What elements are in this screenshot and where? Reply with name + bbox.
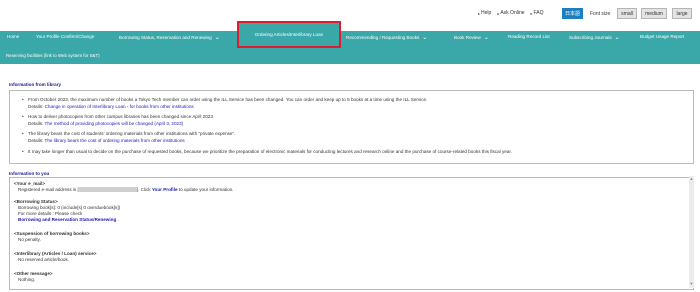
bullet-icon: •: [22, 149, 24, 154]
to-you-box: [9, 177, 694, 290]
suspension-heading: <Suspension of borrowing books>: [14, 231, 90, 236]
main-nav: Home Your Profile Confirm/Change Borrowi…: [0, 31, 700, 64]
email-line: Registered e-mail address is [ ]. Click Y…: [18, 187, 234, 193]
suspension-value: No penalty.: [18, 237, 41, 242]
borrowing-link-line: Borrowing and Reservation Status/Renewin…: [18, 217, 119, 222]
ask-online-link-label: Ask Online: [500, 10, 525, 16]
nav-profile[interactable]: Your Profile Confirm/Change: [36, 34, 94, 39]
library-info-title: Information from library: [9, 82, 62, 87]
nav-borrowing[interactable]: Borrowing Status, Reservation and Renewi…: [119, 34, 220, 41]
top-links: ▸ Help ▸ Ask Online ▸ FAQ: [478, 10, 544, 16]
top-utility-bar: ▸ Help ▸ Ask Online ▸ FAQ 日本語 Font size sma…: [0, 0, 700, 32]
details-link[interactable]: Change in operation of Interlibrary Loan…: [45, 104, 194, 109]
list-item: • It may take longer than usual to decid…: [22, 149, 678, 154]
details-link[interactable]: The library bears the cost of ordering m…: [45, 138, 185, 143]
info-text: From October 2023, the maximum number of…: [28, 97, 428, 102]
bullet-icon: •: [22, 114, 24, 119]
nav-budget[interactable]: Budget Usage Report: [640, 34, 684, 39]
list-item: • How to deliver photocopies from other …: [22, 114, 678, 119]
to-you-title: Information to you: [9, 171, 50, 176]
other-heading: <Other message>: [14, 271, 53, 276]
nav-borrowing-label: Borrowing Status, Reservation and Renewi…: [119, 35, 212, 40]
faq-link-label: FAQ: [533, 10, 544, 16]
nav-subscribing-label: Subscribing Journals: [569, 35, 612, 40]
chevron-down-icon: ⌄: [614, 35, 620, 41]
ask-online-link[interactable]: ▸ Ask Online: [497, 10, 524, 16]
nav-book-review-label: Book Review: [454, 35, 481, 40]
nav-profile-label: Your Profile Confirm/Change: [36, 34, 95, 39]
email-tail: to update your information.: [177, 187, 234, 192]
borrowing-details: For more details : Please check: [18, 211, 83, 216]
info-text: The library bears the cost of students' …: [28, 131, 236, 136]
scroll-down-icon[interactable]: ▼: [689, 281, 694, 286]
redacted-email: [78, 187, 137, 193]
nav-ordering-articles[interactable]: Ordering Articles/Interlibrary Loan: [237, 21, 341, 48]
details-prefix: Details:: [28, 104, 45, 109]
borrowing-status-link[interactable]: Borrowing and Reservation Status/Renewin…: [18, 217, 116, 222]
info-details: Details: Change in operation of Interlib…: [28, 104, 194, 109]
help-link[interactable]: ▸ Help: [478, 10, 491, 16]
triangle-right-icon: ▸: [478, 10, 481, 16]
nav-budget-label: Budget Usage Report: [640, 34, 685, 39]
info-text: How to deliver photocopies from other ca…: [28, 114, 215, 119]
your-profile-link[interactable]: Your Profile: [152, 187, 178, 192]
nav-subscribing[interactable]: Subscribing Journals ⌄: [569, 34, 620, 41]
font-size-small-button[interactable]: small: [617, 8, 637, 19]
language-button[interactable]: 日本語: [562, 8, 583, 19]
chevron-down-icon: ⌄: [214, 35, 220, 41]
bullet-icon: •: [22, 97, 24, 102]
chevron-down-icon: ⌄: [422, 35, 428, 41]
nav-book-review[interactable]: Book Review ⌄: [454, 34, 489, 41]
ill-heading: <Interlibrary (Articles / Loan) service>: [14, 251, 97, 256]
help-link-label: Help: [481, 10, 492, 16]
nav-reserving-facilities[interactable]: Reserving facilities (link to Web system…: [6, 53, 100, 58]
nav-recommending[interactable]: Recommending / Requesting Books ⌄: [346, 34, 427, 41]
nav-home-label: Home: [7, 34, 20, 39]
borrowing-line: Borrowing book[s]: 0 (include[s] 0 overd…: [18, 205, 121, 210]
scroll-up-icon[interactable]: ▲: [689, 176, 694, 181]
triangle-right-icon: ▸: [530, 10, 533, 16]
font-size-medium-button[interactable]: medium: [641, 8, 667, 19]
nav-recommending-label: Recommending / Requesting Books: [346, 35, 420, 40]
details-link[interactable]: The method of providing photocopies will…: [45, 121, 184, 126]
scrollbar[interactable]: [689, 176, 694, 288]
font-size-label: Font size: [590, 11, 611, 17]
borrowing-heading: <Borrowing Status>: [14, 199, 58, 204]
email-prefix: Registered e-mail address is [: [18, 187, 79, 192]
chevron-down-icon: ⌄: [483, 35, 489, 41]
nav-reading-record-label: Reading Record List: [508, 34, 550, 39]
other-value: Nothing.: [18, 277, 36, 282]
info-text: It may take longer than usual to decide …: [28, 149, 512, 154]
email-suffix: ]. Click: [136, 187, 152, 192]
info-details: Details: The library bears the cost of o…: [28, 138, 185, 143]
nav-ordering-articles-label: Ordering Articles/Interlibrary Loan: [254, 32, 324, 37]
borrowing-link-tail: .: [116, 217, 119, 222]
triangle-right-icon: ▸: [497, 10, 500, 16]
details-prefix: Details:: [28, 138, 45, 143]
ill-value: No reserved article/book.: [18, 257, 70, 262]
bullet-icon: •: [22, 131, 24, 136]
info-details: Details: The method of providing photoco…: [28, 121, 183, 126]
nav-home[interactable]: Home: [7, 34, 19, 39]
nav-reading-record[interactable]: Reading Record List: [508, 34, 550, 39]
list-item: • From October 2023, the maximum number …: [22, 97, 678, 102]
email-heading: <Your e_mail>: [14, 181, 46, 186]
details-prefix: Details:: [28, 121, 45, 126]
faq-link[interactable]: ▸ FAQ: [531, 10, 544, 16]
list-item: • The library bears the cost of students…: [22, 131, 678, 136]
font-size-large-button[interactable]: large: [672, 8, 692, 19]
